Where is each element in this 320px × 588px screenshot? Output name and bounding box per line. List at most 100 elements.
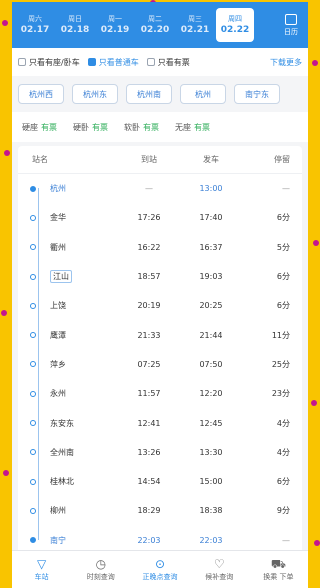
table-row[interactable]: 上饶 20:19 20:25 6分 [18,291,302,320]
table-row[interactable]: 东安东 12:41 12:45 4分 [18,408,302,437]
arrive-time: 13:26 [137,447,161,457]
arrive-time: 12:41 [137,418,161,428]
tab-station[interactable]: ▽ 车站 [12,551,71,588]
station-node-icon [30,361,36,368]
depart-time: 21:44 [199,330,223,340]
station-chips: 杭州西 杭州东 杭州南 杭州 南宁东 [12,76,308,112]
station-name: 萍乡 [50,359,66,369]
table-row[interactable]: 杭州 — 13:00 — [18,174,302,203]
timetable-rows: 杭州 —13:00— 金华 17:26 17:40 6分 衢州 16:22 16:37 5分 江山 1… [18,174,302,555]
tab-waitlist[interactable]: ♡ 候补查询 [190,551,249,588]
date-tab-4[interactable]: 周三 02.21 [176,8,214,42]
date-tab-2[interactable]: 周一 02.19 [96,8,134,42]
depart-time: 16:37 [199,242,223,252]
date-tab-1[interactable]: 周日 02.18 [56,8,94,42]
station-chip[interactable]: 杭州西 [18,84,64,104]
table-row[interactable]: 桂林北 14:54 15:00 6分 [18,467,302,496]
seat-status: 有票 [143,122,159,132]
station-chip[interactable]: 杭州 [180,84,226,104]
more-link[interactable]: 下载更多 [270,57,302,68]
station-name: 南宁 [50,535,66,545]
date-weekday: 周一 [108,15,122,23]
station-name: 全州南 [50,447,74,457]
date-weekday: 周三 [188,15,202,23]
station-icon: ▽ [36,557,47,571]
table-row[interactable]: 永州 11:57 12:20 23分 [18,379,302,408]
table-row[interactable]: 衢州 16:22 16:37 5分 [18,233,302,262]
date-weekday: 周日 [68,15,82,23]
arrive-time: 07:25 [137,359,161,369]
depart-time: 12:45 [199,418,223,428]
table-row[interactable]: 柳州 18:29 18:38 9分 [18,496,302,525]
station-node-icon [30,478,36,485]
station-name: 柳州 [50,506,66,516]
date-day: 02.21 [180,25,210,35]
station-node-icon [30,507,36,514]
tab-delay[interactable]: ⊙ 正晚点查询 [130,551,189,588]
stay-duration: — [282,184,290,194]
depart-time: 18:38 [199,506,223,516]
header-depart: 发车 [203,155,219,164]
seat-type[interactable]: 硬座 有票 [22,122,57,133]
date-weekday: 周二 [148,15,162,23]
date-day: 02.18 [60,25,90,35]
station-chip[interactable]: 杭州南 [126,84,172,104]
table-row[interactable]: 萍乡 07:25 07:50 25分 [18,350,302,379]
table-row[interactable]: 江山 18:57 19:03 6分 [18,262,302,291]
date-tab-0[interactable]: 周六 02.17 [16,8,54,42]
cart-icon: ⛟ [270,557,286,571]
calendar-button[interactable]: 日历 [278,8,304,42]
date-day: 02.22 [220,25,250,35]
seat-name: 硬座 [22,122,38,132]
station-name: 金华 [50,213,66,223]
date-weekday: 周四 [228,15,242,23]
table-row[interactable]: 鹰潭 21:33 21:44 11分 [18,320,302,349]
date-tab-selected[interactable]: 周四 02.22 [216,8,254,42]
tab-transfer[interactable]: ⛟ 换乘 下单 [249,551,308,588]
seat-status: 有票 [194,122,210,132]
station-name: 上饶 [50,301,66,311]
filter-sleeper-checkbox[interactable]: 只看有座/卧车 [18,57,80,68]
stay-duration: 4分 [276,418,290,428]
tab-label: 候补查询 [205,573,234,581]
table-row[interactable]: 全州南 13:26 13:30 4分 [18,438,302,467]
date-weekday: 周六 [28,15,42,23]
seat-availability: 硬座 有票 硬卧 有票 软卧 有票 无座 有票 [12,112,308,142]
stay-duration: 6分 [276,477,290,487]
filter-label: 只看有票 [157,57,190,67]
header-station: 站名 [32,155,48,164]
timetable-header: 站名 到站 发车 停留 [18,146,302,174]
date-day: 02.17 [20,25,50,35]
arrive-time: 21:33 [137,330,161,340]
arrive-time: 11:57 [137,389,161,399]
date-tab-3[interactable]: 周二 02.20 [136,8,174,42]
stay-duration: 25分 [271,359,290,369]
stay-duration: 11分 [271,330,290,340]
delay-icon: ⊙ [154,557,166,571]
station-chip[interactable]: 杭州东 [72,84,118,104]
station-name: 江山 [50,270,72,284]
seat-type[interactable]: 软卧 有票 [124,122,159,133]
filter-label: 只看普通车 [98,57,139,67]
seat-status: 有票 [92,122,108,132]
depart-time: 13:30 [199,447,223,457]
filter-normal-train-checkbox[interactable]: 只看普通车 [87,57,139,68]
station-name: 鹰潭 [50,330,66,340]
tab-timetable[interactable]: ◷ 时刻查询 [71,551,130,588]
seat-name: 软卧 [124,122,140,132]
station-chip[interactable]: 南宁东 [234,84,280,104]
arrive-time: 17:26 [137,213,161,223]
filter-has-ticket-checkbox[interactable]: 只看有票 [146,57,190,68]
depart-time: 20:25 [199,301,223,311]
seat-type[interactable]: 无座 有票 [175,122,210,133]
station-node-icon [30,214,36,221]
table-row[interactable]: 金华 17:26 17:40 6分 [18,203,302,232]
calendar-icon [285,13,297,25]
seat-type[interactable]: 硬卧 有票 [73,122,108,133]
date-day: 02.20 [140,25,170,35]
heart-icon: ♡ [213,557,225,571]
calendar-label: 日历 [284,27,298,36]
station-node-icon [30,390,36,397]
seat-status: 有票 [41,122,57,132]
bottom-tab-bar: ▽ 车站 ◷ 时刻查询 ⊙ 正晚点查询 ♡ 候补查询 ⛟ 换乘 下单 [12,550,308,588]
